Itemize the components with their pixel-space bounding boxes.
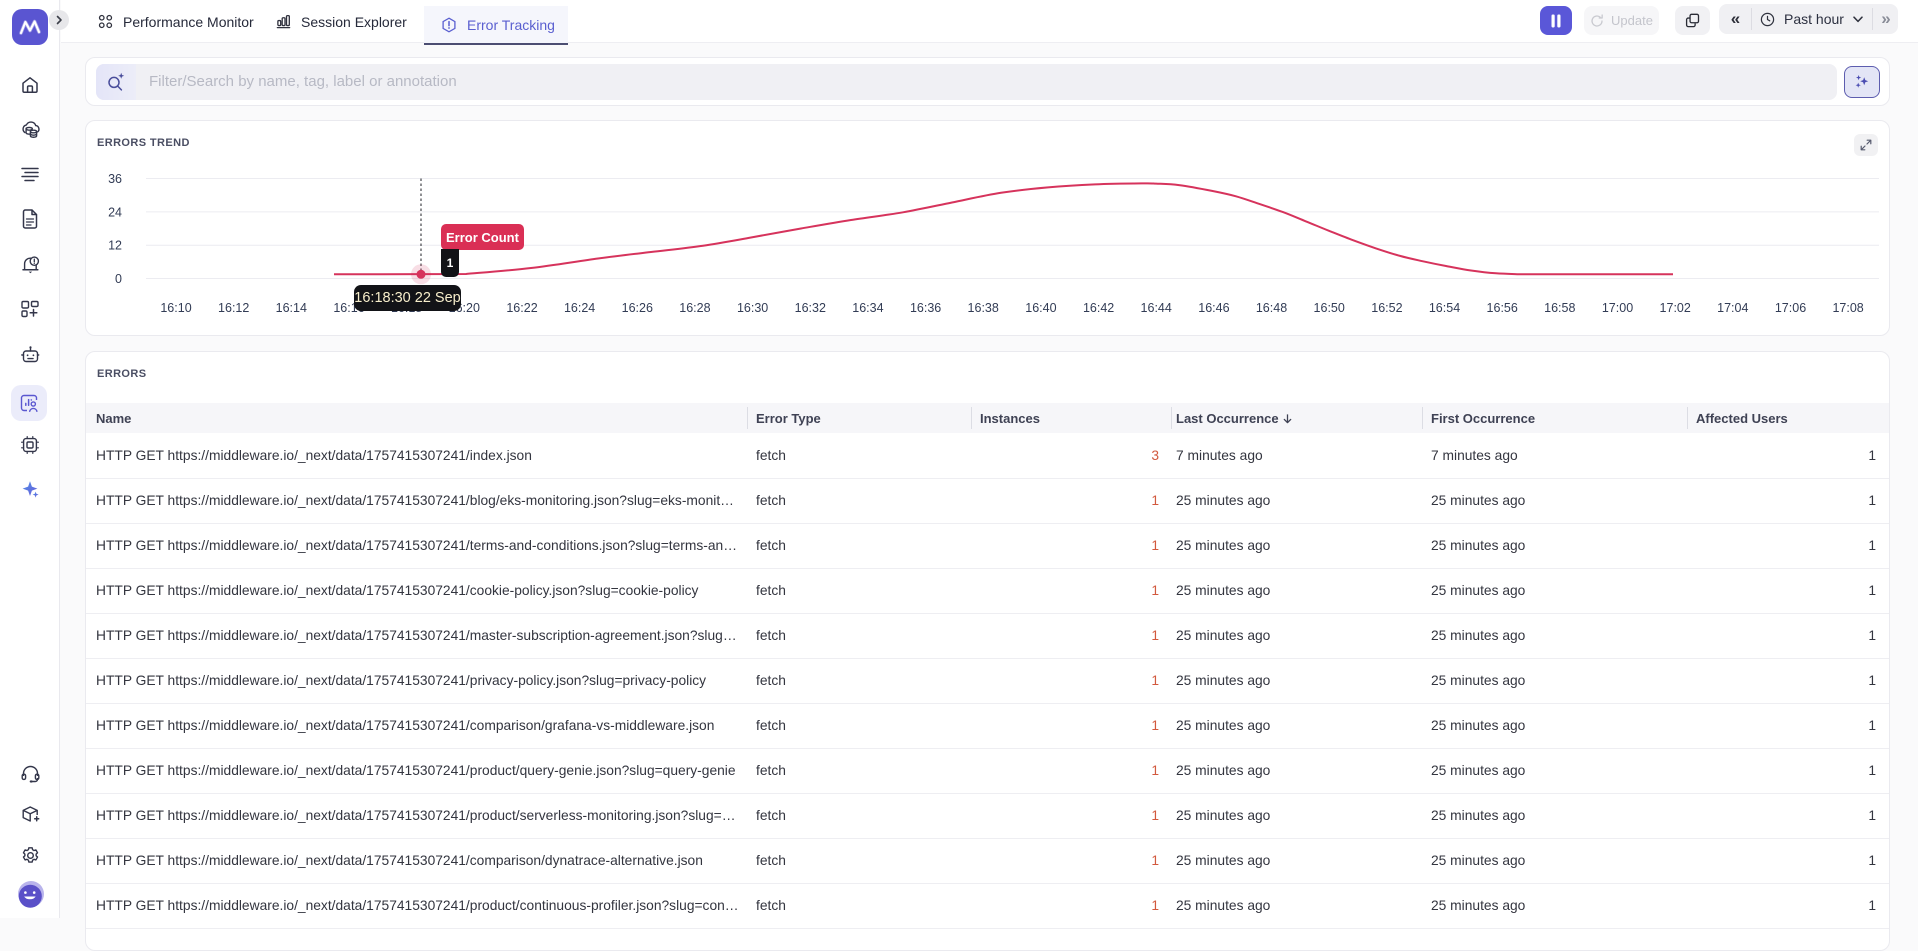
- svg-text:16:14: 16:14: [276, 301, 307, 315]
- svg-text:16:12: 16:12: [218, 301, 249, 315]
- svg-text:17:02: 17:02: [1660, 301, 1691, 315]
- svg-text:16:38: 16:38: [968, 301, 999, 315]
- svg-text:16:44: 16:44: [1141, 301, 1172, 315]
- svg-text:16:30: 16:30: [737, 301, 768, 315]
- svg-text:16:50: 16:50: [1314, 301, 1345, 315]
- svg-text:36: 36: [108, 172, 122, 186]
- svg-text:16:48: 16:48: [1256, 301, 1287, 315]
- svg-text:17:06: 17:06: [1775, 301, 1806, 315]
- svg-text:16:26: 16:26: [622, 301, 653, 315]
- svg-text:0: 0: [115, 272, 122, 286]
- svg-text:17:00: 17:00: [1602, 301, 1633, 315]
- svg-text:16:10: 16:10: [160, 301, 191, 315]
- svg-text:17:08: 17:08: [1832, 301, 1863, 315]
- svg-text:16:32: 16:32: [795, 301, 826, 315]
- svg-text:16:24: 16:24: [564, 301, 595, 315]
- svg-text:16:56: 16:56: [1487, 301, 1518, 315]
- svg-text:16:46: 16:46: [1198, 301, 1229, 315]
- svg-text:24: 24: [108, 205, 122, 219]
- svg-text:16:40: 16:40: [1025, 301, 1056, 315]
- svg-text:16:34: 16:34: [852, 301, 883, 315]
- svg-text:16:52: 16:52: [1371, 301, 1402, 315]
- svg-text:17:04: 17:04: [1717, 301, 1748, 315]
- svg-text:12: 12: [108, 239, 122, 253]
- svg-text:16:22: 16:22: [506, 301, 537, 315]
- svg-text:16:28: 16:28: [679, 301, 710, 315]
- svg-text:16:42: 16:42: [1083, 301, 1114, 315]
- svg-text:16:36: 16:36: [910, 301, 941, 315]
- svg-text:16:58: 16:58: [1544, 301, 1575, 315]
- svg-text:16:54: 16:54: [1429, 301, 1460, 315]
